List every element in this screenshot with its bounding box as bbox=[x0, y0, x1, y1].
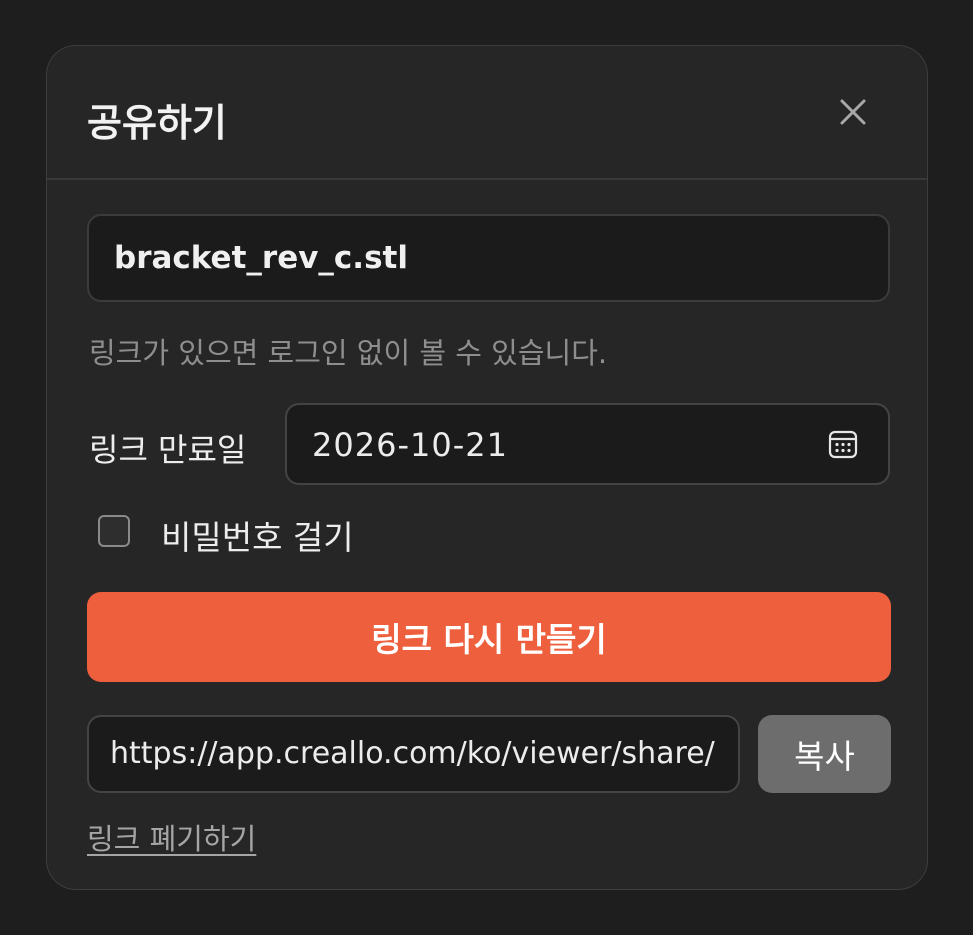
copy-button[interactable]: 복사 bbox=[758, 715, 891, 793]
share-dialog: 공유하기 bracket_rev_c.stl 링크가 있으면 로그인 없이 볼 … bbox=[46, 45, 928, 890]
password-checkbox-label[interactable]: 비밀번호 걸기 bbox=[161, 511, 354, 559]
file-name-field: bracket_rev_c.stl bbox=[87, 214, 890, 302]
share-url-text: https://app.creallo.com/ko/viewer/share/ bbox=[110, 736, 715, 771]
password-checkbox[interactable] bbox=[98, 515, 130, 547]
dialog-header: 공유하기 bbox=[47, 46, 927, 180]
revoke-link[interactable]: 링크 폐기하기 bbox=[87, 816, 256, 858]
expiry-date-input[interactable]: 2026-10-21 bbox=[285, 403, 890, 485]
expiry-date-value: 2026-10-21 bbox=[312, 426, 508, 464]
file-name: bracket_rev_c.stl bbox=[114, 240, 408, 276]
share-hint-text: 링크가 있으면 로그인 없이 볼 수 있습니다. bbox=[89, 336, 608, 370]
share-url-field[interactable]: https://app.creallo.com/ko/viewer/share/ bbox=[87, 715, 740, 793]
close-icon bbox=[840, 99, 866, 125]
calendar-icon[interactable] bbox=[827, 428, 859, 460]
expiry-label: 링크 만료일 bbox=[89, 431, 247, 469]
close-button[interactable] bbox=[833, 92, 873, 132]
regenerate-link-label: 링크 다시 만들기 bbox=[371, 620, 607, 659]
copy-label: 복사 bbox=[794, 737, 855, 776]
dialog-title: 공유하기 bbox=[87, 101, 227, 145]
regenerate-link-button[interactable]: 링크 다시 만들기 bbox=[87, 592, 891, 682]
